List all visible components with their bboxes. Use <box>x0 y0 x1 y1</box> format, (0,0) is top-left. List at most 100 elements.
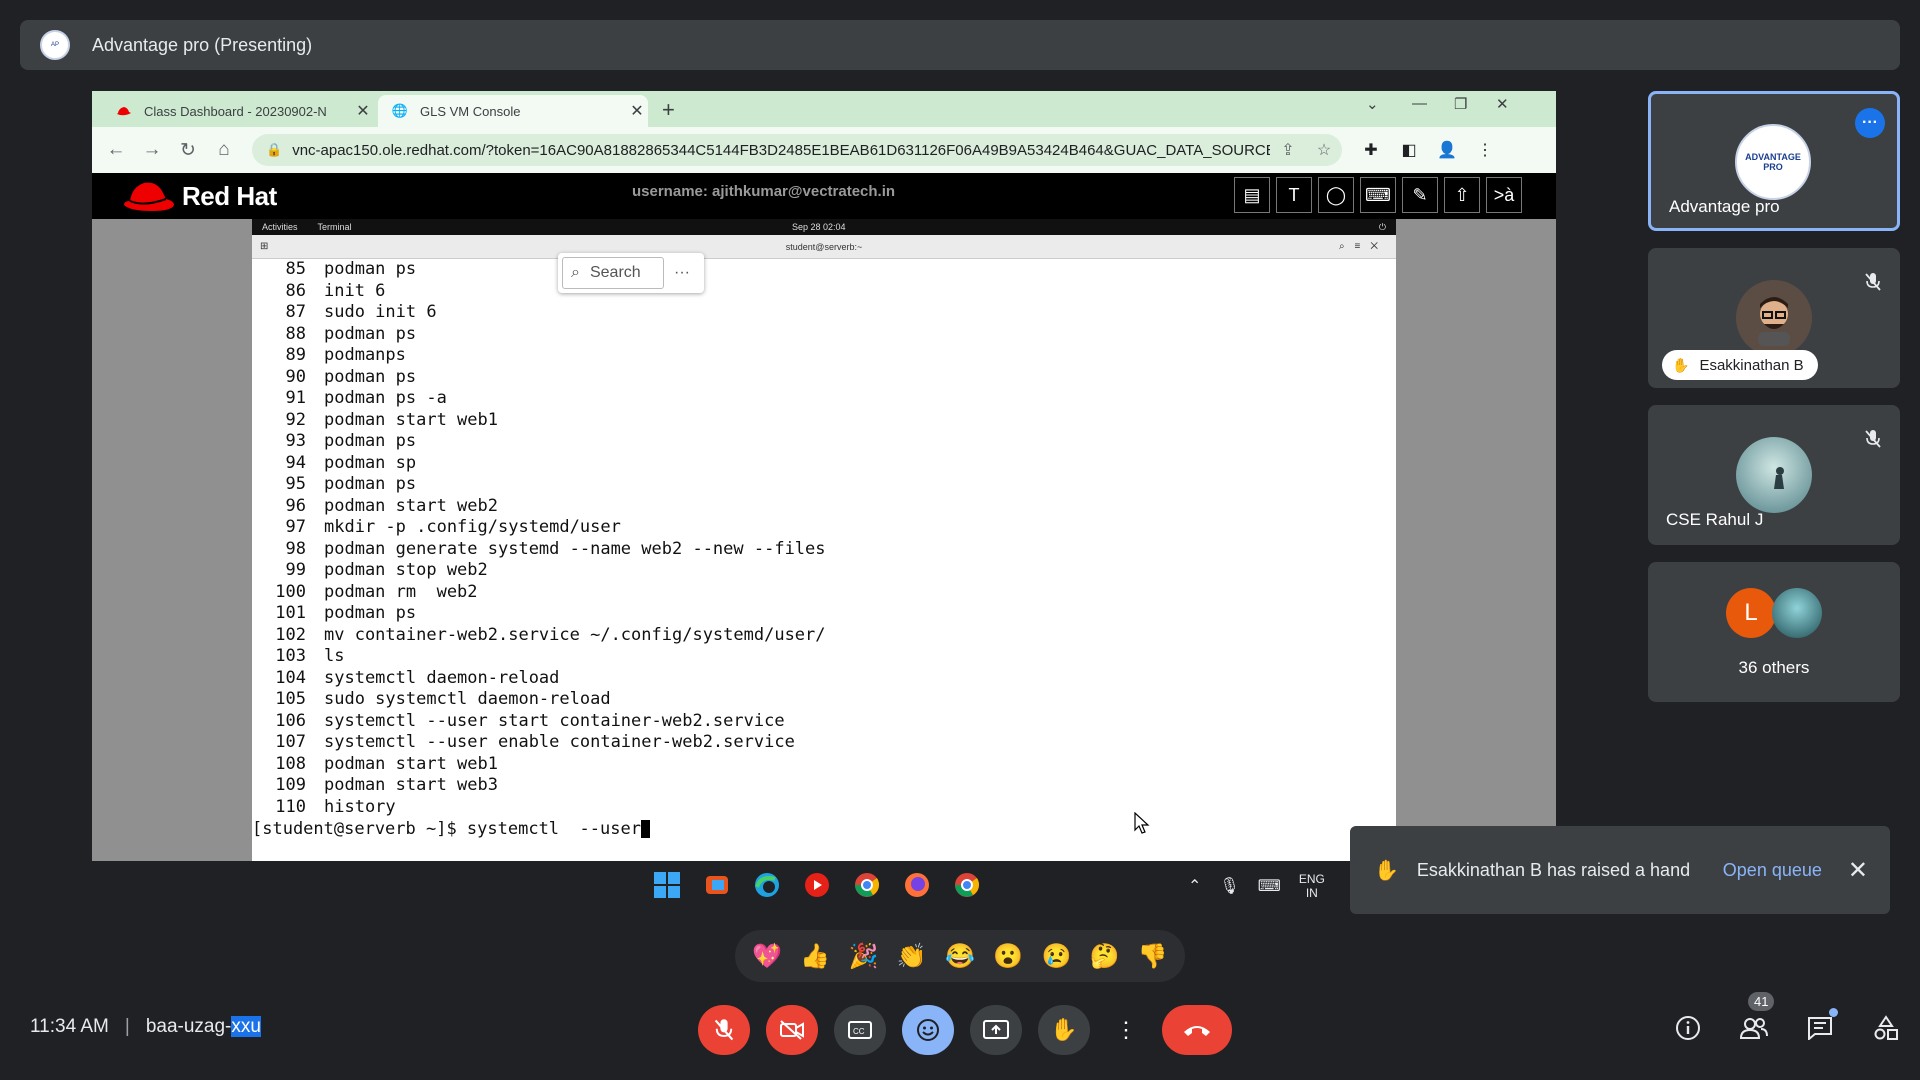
close-window-icon[interactable]: ✕ <box>1496 95 1509 113</box>
more-options-icon[interactable]: ··· <box>664 264 700 282</box>
more-options-button[interactable]: ⋮ <box>1106 1005 1146 1055</box>
profile-avatar[interactable]: 👤 <box>1428 140 1466 160</box>
surprised-reaction[interactable]: 😮 <box>993 942 1023 971</box>
thumbs-up-reaction[interactable]: 👍 <box>800 942 830 971</box>
mouse-pointer-icon <box>1134 812 1150 834</box>
reactions-button[interactable] <box>902 1005 954 1055</box>
history-line: 93 podman ps <box>252 431 1396 453</box>
tab-gls-vm-console[interactable]: 🌐 GLS VM Console ✕ <box>378 95 648 127</box>
home-icon[interactable]: ⌂ <box>206 139 242 161</box>
terminal-app-menu[interactable]: Terminal <box>318 222 352 232</box>
meeting-code: baa-uzag-xxu <box>145 1016 261 1037</box>
forward-icon[interactable]: → <box>134 139 170 161</box>
avatar: L <box>1726 588 1776 638</box>
tab-close-icon[interactable]: ✕ <box>626 101 648 121</box>
tray-chevron-icon[interactable]: ⌃ <box>1188 876 1201 896</box>
history-line: 106 systemctl --user start container-web2… <box>252 711 1396 733</box>
sparkling-heart-reaction[interactable]: 💖 <box>752 942 782 971</box>
thumbs-down-reaction[interactable]: 👎 <box>1138 942 1168 971</box>
participant-name: Advantage pro <box>1669 197 1780 216</box>
crying-reaction[interactable]: 😢 <box>1041 942 1071 971</box>
upload-tool-icon[interactable]: ⇧ <box>1444 177 1480 213</box>
history-command: podman ps <box>324 259 417 279</box>
power-icon[interactable]: ⏻ <box>1379 222 1386 233</box>
more-options-icon[interactable]: ··· <box>1855 108 1885 138</box>
meeting-details-button[interactable] <box>1672 1012 1704 1044</box>
close-icon[interactable]: ✕ <box>1848 856 1868 885</box>
new-tab-terminal-icon[interactable]: ⊞ <box>260 241 268 252</box>
participant-tile-cse-rahul[interactable]: CSE Rahul J <box>1648 405 1900 545</box>
laughing-reaction[interactable]: 😂 <box>945 942 975 971</box>
office-icon[interactable] <box>700 868 734 902</box>
back-icon[interactable]: ← <box>98 139 134 161</box>
svg-text:CC: CC <box>853 1027 865 1036</box>
circle-tool-icon[interactable]: ◯ <box>1318 177 1354 213</box>
people-button[interactable]: 41 <box>1738 992 1775 1044</box>
pen-off-tool-icon[interactable]: ✎ <box>1402 177 1438 213</box>
terminal-window-controls[interactable]: ⌕≡✕ <box>1339 241 1388 252</box>
windows-start-icon[interactable] <box>650 868 684 902</box>
keyboard-icon[interactable]: ⌨ <box>1258 876 1281 896</box>
history-line: 95 podman ps <box>252 474 1396 496</box>
open-queue-button[interactable]: Open queue <box>1723 860 1822 881</box>
browser-menu-icon[interactable]: ⋮ <box>1466 140 1504 160</box>
history-command: init 6 <box>324 280 386 301</box>
gnome-clock[interactable]: Sep 28 02:04 <box>792 222 846 232</box>
meeting-time: 11:34 AM <box>30 1016 109 1037</box>
text-tool-icon[interactable]: T <box>1276 177 1312 213</box>
participant-tile-others[interactable]: L 36 others <box>1648 562 1900 702</box>
input-method-tool-icon[interactable]: >à <box>1486 177 1522 213</box>
thinking-reaction[interactable]: 🤔 <box>1090 942 1120 971</box>
terminal-output[interactable]: 85 podman ps 86 init 6 87 sudo init 6 88 podman… <box>252 259 1396 861</box>
history-line: 100 podman rm web2 <box>252 582 1396 604</box>
keyboard-tool-icon[interactable]: ⌨ <box>1360 177 1396 213</box>
camera-toggle-button[interactable] <box>766 1005 818 1055</box>
terminal-prompt[interactable]: [student@serverb ~]$ systemctl --user <box>252 818 1396 840</box>
history-line: 109 podman start web3 <box>252 775 1396 797</box>
side-panel-icon[interactable]: ◧ <box>1390 140 1428 160</box>
activities-button[interactable]: Activities <box>262 222 298 232</box>
new-tab-icon[interactable]: + <box>662 97 675 123</box>
participant-tile-advantage-pro[interactable]: ADVANTAGE PRO ··· Advantage pro <box>1648 91 1900 231</box>
terminal-search-input[interactable]: ⌕ Search <box>562 257 664 289</box>
history-command: podmanps <box>324 345 406 365</box>
system-tray: ⌃ 🎙 ⌨ ENG IN <box>1188 872 1325 900</box>
console-username: username: ajithkumar@vectratech.in <box>632 183 896 200</box>
youtube-icon[interactable] <box>800 868 834 902</box>
activities-button[interactable] <box>1870 1012 1902 1044</box>
present-button[interactable] <box>970 1005 1022 1055</box>
tab-class-dashboard[interactable]: Class Dashboard - 20230902-N ✕ <box>102 95 374 127</box>
vm-desktop: Activities Terminal Sep 28 02:04 ⏻ ⊞ stu… <box>252 219 1396 861</box>
clipboard-tool-icon[interactable]: ▤ <box>1234 177 1270 213</box>
raised-hand-icon: ✋ <box>1374 859 1399 882</box>
share-icon[interactable]: ⇪ <box>1270 140 1306 160</box>
chrome-profile-icon[interactable] <box>950 868 984 902</box>
firefox-icon[interactable] <box>900 868 934 902</box>
party-popper-reaction[interactable]: 🎉 <box>849 942 879 971</box>
captions-button[interactable]: CC <box>834 1005 886 1055</box>
extensions-icon[interactable]: ✚ <box>1352 140 1390 160</box>
mic-toggle-button[interactable] <box>698 1005 750 1055</box>
chat-button[interactable] <box>1804 1008 1838 1044</box>
history-line: 88 podman ps <box>252 324 1396 346</box>
microphone-icon[interactable]: 🎙 <box>1219 876 1239 896</box>
reload-icon[interactable]: ↻ <box>170 139 206 162</box>
minimize-icon[interactable]: — <box>1412 95 1427 112</box>
tab-search-icon[interactable]: ⌄ <box>1366 95 1379 113</box>
language-indicator[interactable]: ENG IN <box>1299 872 1325 900</box>
url-bar[interactable]: 🔒 vnc-apac150.ole.redhat.com/?token=16AC… <box>252 134 1342 166</box>
raise-hand-button[interactable]: ✋ <box>1038 1005 1090 1055</box>
people-icon <box>1739 1018 1768 1039</box>
browser-tabbar: Class Dashboard - 20230902-N ✕ 🌐 GLS VM … <box>92 91 1556 127</box>
chrome-icon[interactable] <box>850 868 884 902</box>
lock-icon: 🔒 <box>266 142 283 157</box>
tab-close-icon[interactable]: ✕ <box>352 101 374 121</box>
history-number: 87 <box>285 302 306 322</box>
edge-icon[interactable] <box>750 868 784 902</box>
leave-call-button[interactable] <box>1162 1005 1232 1055</box>
bookmark-star-icon[interactable]: ☆ <box>1306 140 1342 160</box>
history-list: 85 podman ps 86 init 6 87 sudo init 6 88 podman… <box>252 259 1396 818</box>
participant-tile-esakkinathan[interactable]: ✋ Esakkinathan B <box>1648 248 1900 388</box>
restore-icon[interactable]: ❐ <box>1454 95 1467 113</box>
clapping-reaction[interactable]: 👏 <box>897 942 927 971</box>
